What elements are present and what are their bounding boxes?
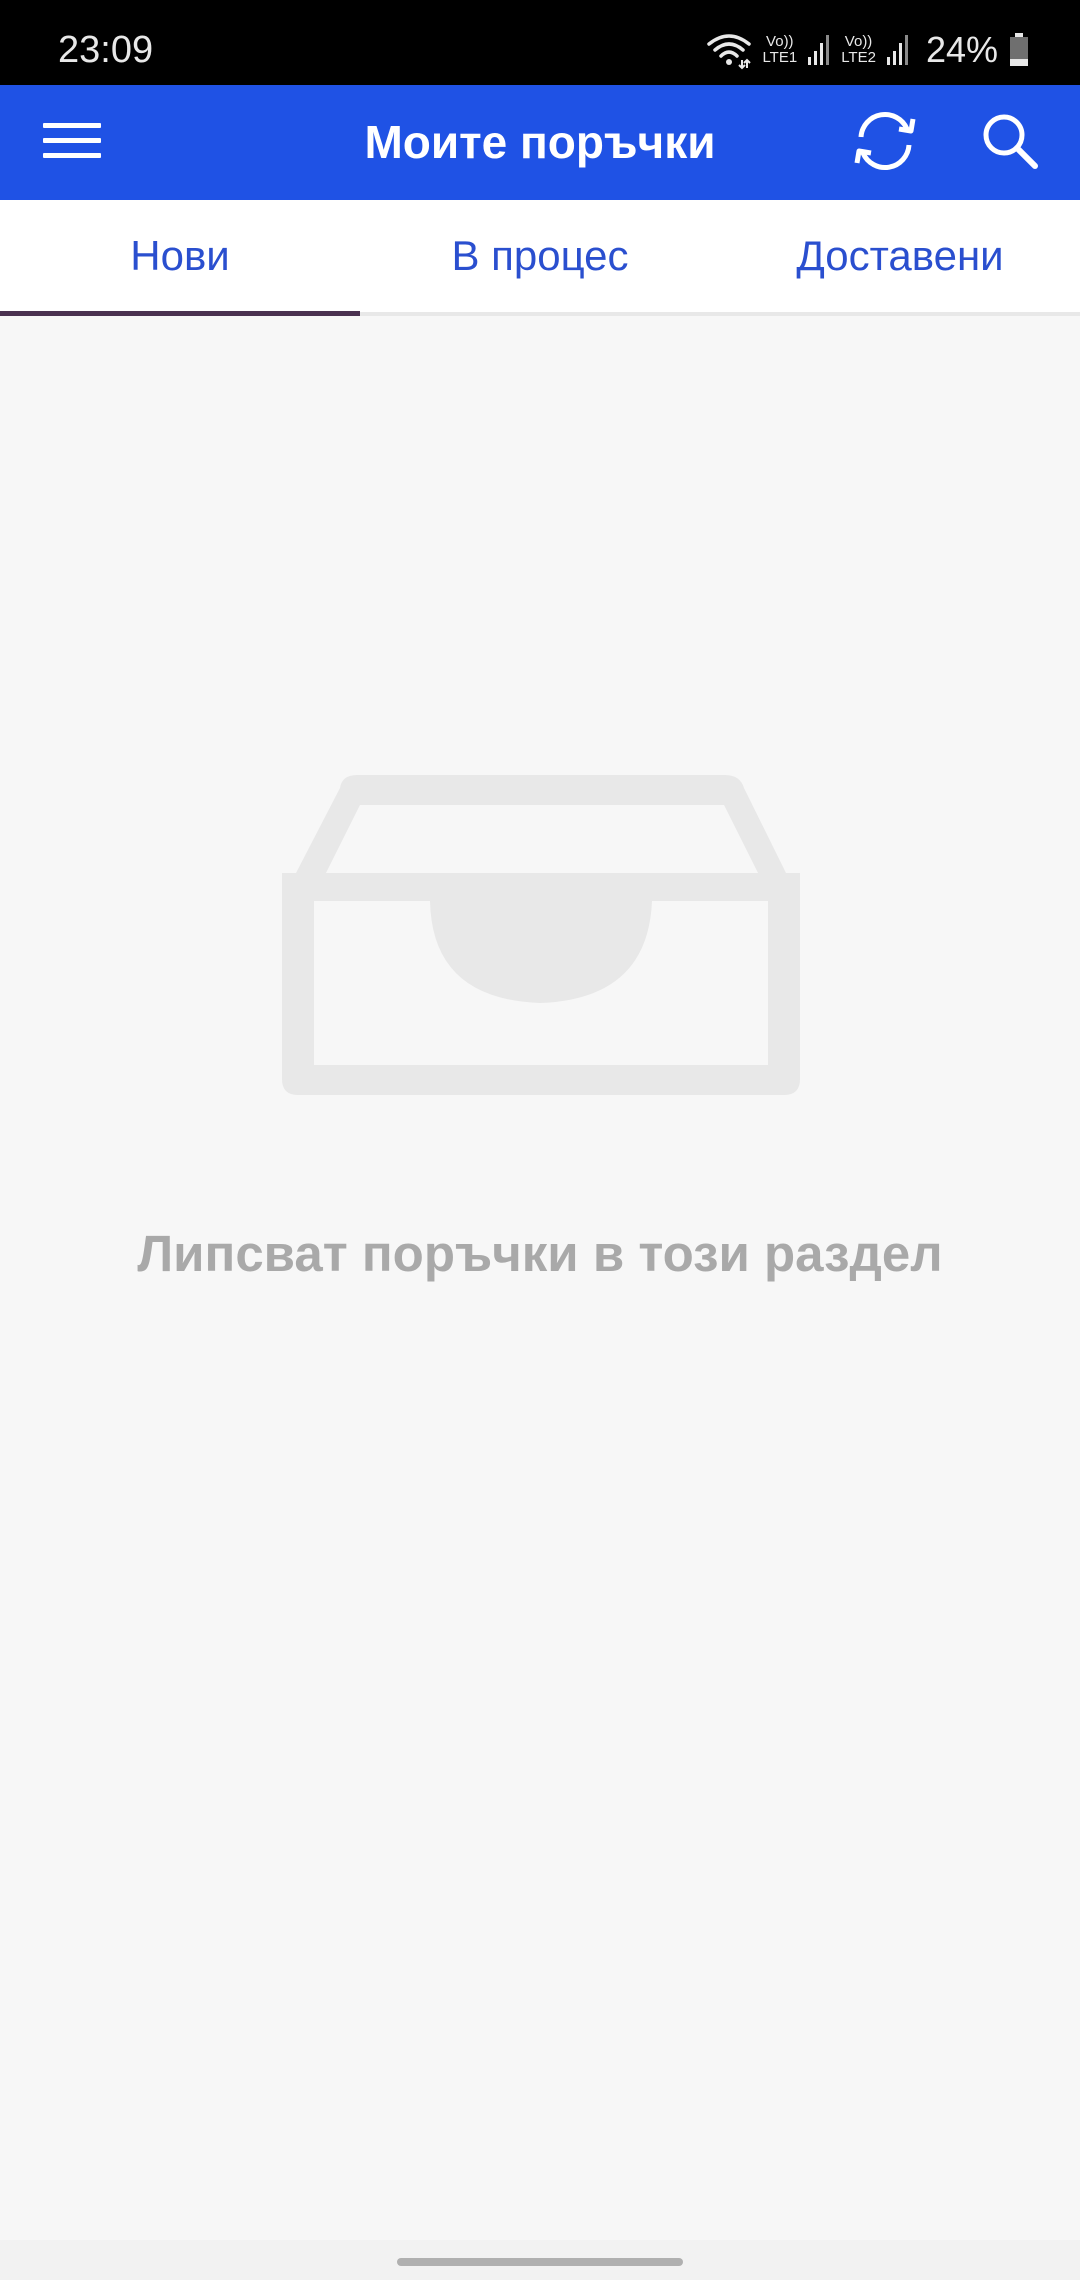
sim2-network-indicator: Vo)) LTE2	[841, 34, 876, 66]
empty-state: Липсват поръчки в този раздел	[0, 316, 1080, 2240]
refresh-button[interactable]	[840, 103, 930, 183]
status-bar: 23:09 Vo)) LTE1 Vo)) LTE2 24%	[0, 0, 1080, 85]
sim2-volte-label: Vo))	[844, 33, 873, 50]
status-icons: Vo)) LTE1 Vo)) LTE2 24%	[706, 22, 1030, 78]
home-handle[interactable]	[397, 2258, 683, 2266]
sim1-network-label: LTE1	[762, 49, 798, 66]
menu-icon	[43, 119, 101, 168]
sim1-volte-label: Vo))	[766, 33, 794, 50]
tab-label: Доставени	[796, 232, 1004, 279]
tab-bar: Нови В процес Доставени	[0, 200, 1080, 316]
battery-percent: 24%	[925, 29, 998, 70]
tab-in-progress[interactable]: В процес	[360, 200, 720, 312]
app-bar: Моите поръчки	[0, 85, 1080, 200]
refresh-icon	[849, 107, 921, 180]
battery-icon	[1008, 32, 1030, 68]
empty-state-message: Липсват поръчки в този раздел	[137, 1225, 943, 1282]
status-time: 23:09	[58, 29, 154, 71]
tab-label: Нови	[130, 232, 230, 279]
signal-icon	[886, 33, 910, 67]
sim2-network-label: LTE2	[841, 49, 876, 66]
page-title: Моите поръчки	[364, 116, 716, 168]
menu-button[interactable]	[30, 107, 114, 179]
sim1-network-indicator: Vo)) LTE1	[762, 34, 797, 66]
search-icon	[980, 111, 1040, 176]
signal-icon	[807, 33, 831, 67]
tab-new[interactable]: Нови	[0, 200, 360, 316]
tab-label: В процес	[451, 232, 629, 279]
inbox-tray-icon	[282, 773, 800, 1100]
wifi-icon	[706, 30, 752, 70]
search-button[interactable]	[965, 103, 1055, 183]
tab-delivered[interactable]: Доставени	[720, 200, 1080, 312]
system-nav-bar	[0, 2240, 1080, 2280]
